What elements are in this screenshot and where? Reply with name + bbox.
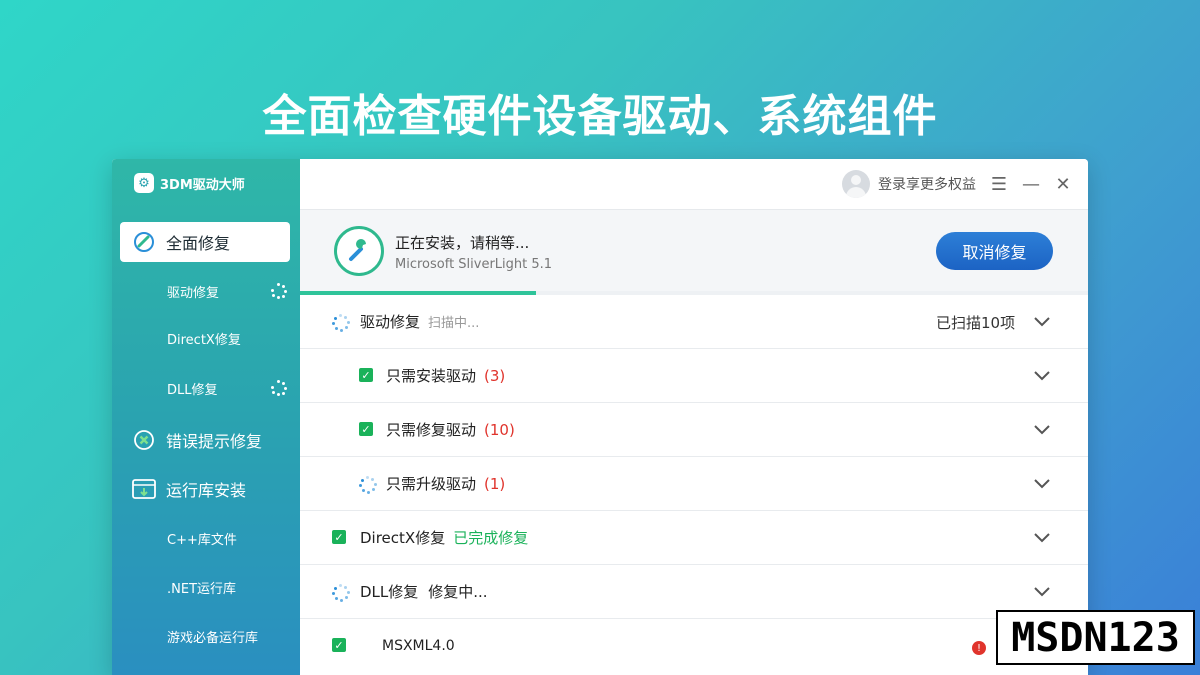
- titlebar: 登录享更多权益 ☰ — ✕: [300, 159, 1088, 209]
- sidebar-item-game-runtime[interactable]: 游戏必备运行库: [167, 624, 287, 648]
- sidebar-item-label: .NET运行库: [167, 581, 237, 597]
- sidebar-item-cpp-lib[interactable]: C++库文件: [167, 526, 287, 550]
- sidebar-item-runtime-install[interactable]: 运行库安装: [120, 469, 290, 509]
- app-name: 3DM驱动大师: [160, 177, 245, 193]
- row-count: (3): [484, 367, 506, 385]
- avatar-icon: [842, 170, 870, 198]
- row-label: MSXML4.0: [382, 638, 455, 654]
- sidebar-item-full-repair[interactable]: 全面修复: [120, 222, 290, 262]
- sidebar-item-label: C++库文件: [167, 532, 237, 548]
- list-item-install-driver[interactable]: ✓ 只需安装驱动 (3): [300, 349, 1088, 403]
- sidebar-item-driver-repair[interactable]: 驱动修复: [167, 279, 287, 303]
- row-label: 只需安装驱动: [386, 367, 477, 385]
- install-status-bar: 正在安装，请稍等... Microsoft SliverLight 5.1 取消…: [300, 209, 1088, 291]
- chevron-down-icon[interactable]: [1032, 311, 1052, 331]
- install-title: 正在安装，请稍等...: [395, 234, 530, 252]
- list-item-repair-driver[interactable]: ✓ 只需修复驱动 (10): [300, 403, 1088, 457]
- checkbox-checked-icon[interactable]: ✓: [359, 368, 373, 382]
- chevron-down-icon[interactable]: [1032, 419, 1052, 439]
- sidebar-item-dll-repair[interactable]: DLL修复: [167, 376, 287, 400]
- row-status: 修复中...: [428, 583, 488, 601]
- row-label: 只需修复驱动: [386, 421, 477, 439]
- repair-tool-icon: [334, 226, 384, 276]
- loading-spinner-icon: [271, 283, 287, 299]
- row-count: (1): [484, 475, 506, 493]
- error-fix-icon: [132, 428, 156, 452]
- loading-spinner-icon: [271, 380, 287, 396]
- loading-spinner-icon: [332, 584, 350, 602]
- sidebar-item-label: 运行库安装: [166, 481, 247, 500]
- scanned-count: 已扫描10项: [936, 314, 1016, 332]
- list-item-msxml[interactable]: ✓ MSXML4.0: [300, 619, 1088, 673]
- close-icon[interactable]: ✕: [1054, 174, 1072, 195]
- wrench-icon: [132, 230, 156, 254]
- chevron-down-icon[interactable]: [1032, 365, 1052, 385]
- checkbox-checked-icon[interactable]: ✓: [359, 422, 373, 436]
- sidebar-item-label: DLL修复: [167, 382, 218, 398]
- row-count: (10): [484, 421, 515, 439]
- loading-spinner-icon: [359, 476, 377, 494]
- sidebar-item-label: 游戏必备运行库: [167, 630, 259, 646]
- page-headline: 全面检查硬件设备驱动、系统组件: [262, 91, 938, 142]
- main-panel: 登录享更多权益 ☰ — ✕ 正在安装，请稍等... Microsoft Sliv…: [300, 159, 1088, 675]
- chevron-down-icon[interactable]: [1032, 581, 1052, 601]
- sidebar-item-dotnet-runtime[interactable]: .NET运行库: [167, 575, 287, 599]
- sidebar-item-label: DirectX修复: [167, 332, 241, 348]
- list-item-upgrade-driver[interactable]: 只需升级驱动 (1): [300, 457, 1088, 511]
- row-label: 只需升级驱动: [386, 475, 477, 493]
- sidebar-item-label: 全面修复: [166, 234, 231, 253]
- chevron-down-icon[interactable]: [1032, 473, 1052, 493]
- sidebar-item-label: 错误提示修复: [166, 432, 263, 451]
- runtime-install-icon: [132, 477, 156, 501]
- row-label: DirectX修复: [360, 529, 446, 547]
- menu-icon[interactable]: ☰: [990, 174, 1008, 195]
- chevron-down-icon[interactable]: [1032, 527, 1052, 547]
- sidebar: ⚙ 3DM驱动大师 全面修复 驱动修复 DirectX修复 DLL修复 错误提示…: [112, 159, 300, 675]
- row-status: 扫描中...: [428, 316, 480, 331]
- install-subtitle: Microsoft SliverLight 5.1: [395, 257, 553, 272]
- minimize-icon[interactable]: —: [1022, 174, 1040, 195]
- error-icon: !: [972, 641, 986, 655]
- cancel-repair-button[interactable]: 取消修复: [936, 232, 1053, 270]
- checkbox-checked-icon[interactable]: ✓: [332, 638, 346, 652]
- row-status: 已完成修复: [453, 529, 529, 547]
- row-label: DLL修复: [360, 583, 419, 601]
- login-text: 登录享更多权益: [878, 177, 976, 193]
- watermark: MSDN123: [996, 610, 1195, 665]
- sidebar-item-error-fix[interactable]: 错误提示修复: [120, 420, 290, 460]
- list-item-driver-repair[interactable]: 驱动修复 扫描中... 已扫描10项: [300, 295, 1088, 349]
- login-link[interactable]: 登录享更多权益: [842, 170, 976, 198]
- sidebar-item-directx-repair[interactable]: DirectX修复: [167, 326, 287, 350]
- row-label: 驱动修复: [360, 313, 421, 331]
- loading-spinner-icon: [332, 314, 350, 332]
- app-logo-icon: ⚙: [134, 173, 154, 193]
- sidebar-item-label: 驱动修复: [167, 285, 220, 301]
- list-item-directx-repair[interactable]: ✓ DirectX修复 已完成修复: [300, 511, 1088, 565]
- app-brand: ⚙ 3DM驱动大师: [134, 173, 245, 193]
- app-window: ⚙ 3DM驱动大师 全面修复 驱动修复 DirectX修复 DLL修复 错误提示…: [112, 159, 1088, 675]
- checkbox-checked-icon[interactable]: ✓: [332, 530, 346, 544]
- list-item-dll-repair[interactable]: DLL修复 修复中...: [300, 565, 1088, 619]
